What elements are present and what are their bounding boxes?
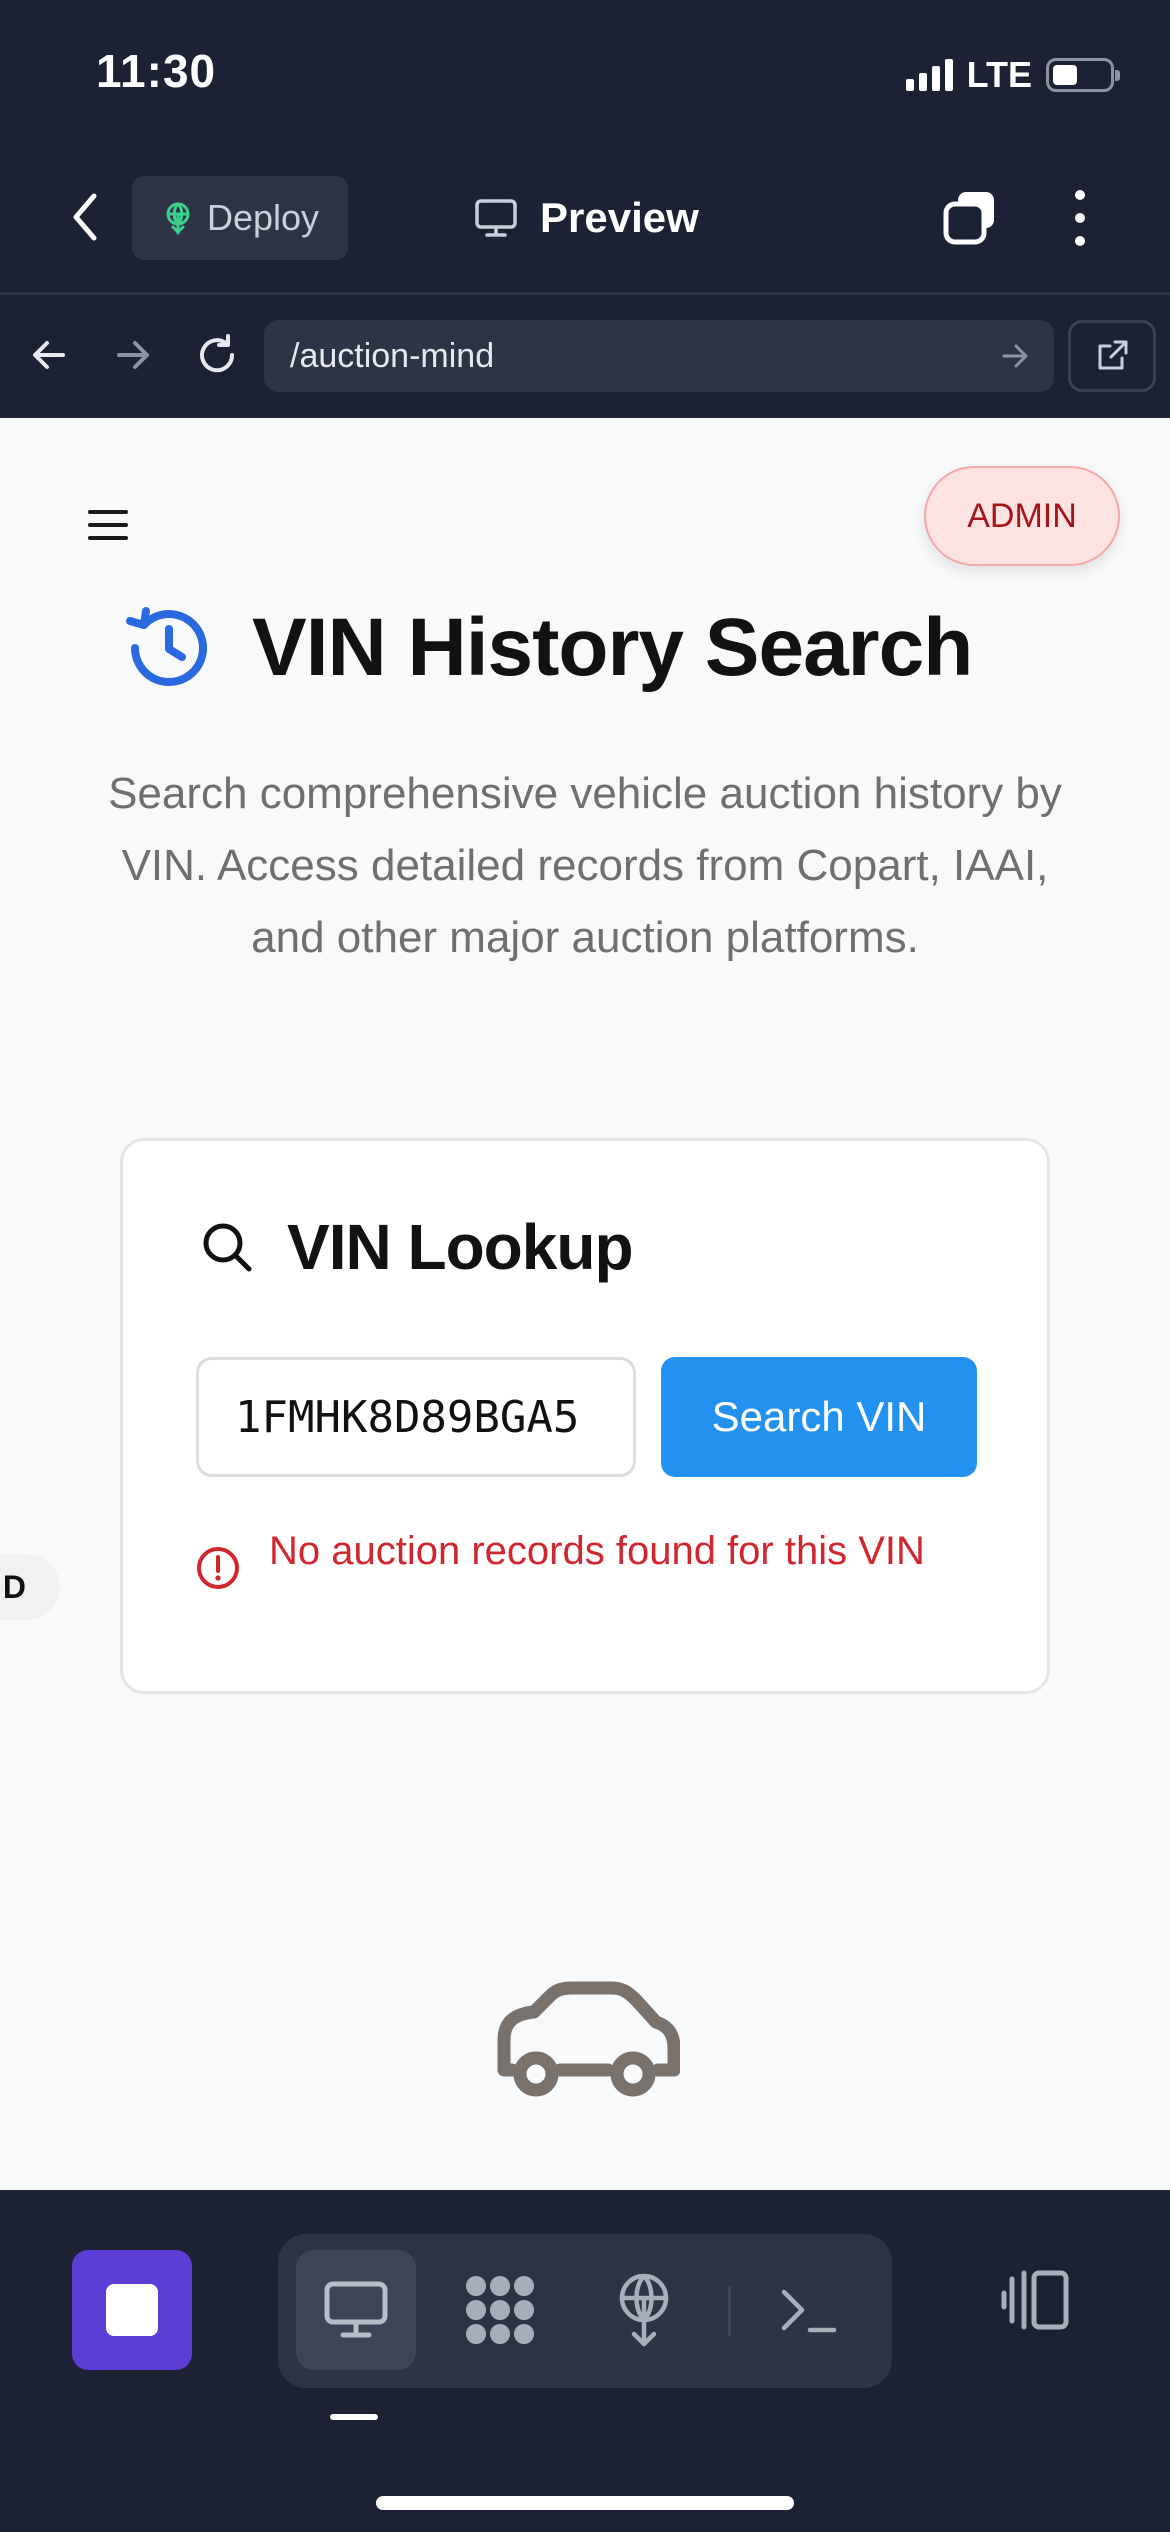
monitor-icon bbox=[324, 2281, 388, 2338]
terminal-icon bbox=[781, 2289, 837, 2333]
preview-tab[interactable]: Preview bbox=[474, 188, 699, 248]
status-time: 11:30 bbox=[96, 45, 217, 97]
signal-icon bbox=[905, 59, 953, 91]
url-text: /auction-mind bbox=[290, 336, 495, 375]
error-text: No auction records found for this VIN bbox=[269, 1529, 925, 1573]
deploy-label: Deploy bbox=[206, 197, 320, 238]
stop-icon bbox=[106, 2284, 158, 2336]
admin-badge[interactable]: ADMIN bbox=[924, 466, 1120, 566]
open-external-button[interactable] bbox=[1068, 320, 1156, 392]
tool-divider bbox=[728, 2286, 731, 2336]
error-message: No auction records found for this VIN bbox=[195, 1521, 955, 1591]
deploy-icon bbox=[166, 202, 190, 235]
deploy-icon bbox=[619, 2273, 669, 2347]
tool-deploy-button[interactable] bbox=[584, 2250, 704, 2370]
tool-terminal-button[interactable] bbox=[748, 2250, 868, 2370]
stop-button[interactable] bbox=[72, 2250, 192, 2370]
panel-toggle-button[interactable] bbox=[994, 2258, 1078, 2342]
arrow-left-icon bbox=[33, 341, 65, 369]
status-indicators: LTE bbox=[905, 52, 1120, 98]
tabs-button[interactable] bbox=[940, 188, 1000, 248]
status-bar: 11:30 LTE bbox=[0, 0, 1170, 150]
page-title: VIN History Search bbox=[252, 602, 973, 693]
search-icon bbox=[203, 1223, 252, 1272]
reload-icon bbox=[200, 334, 235, 373]
network-label: LTE bbox=[966, 54, 1032, 95]
card-title: VIN Lookup bbox=[287, 1211, 634, 1283]
alert-circle-icon bbox=[197, 1547, 239, 1589]
search-vin-button[interactable]: Search VIN bbox=[661, 1357, 977, 1477]
deploy-button[interactable]: Deploy bbox=[132, 176, 348, 260]
bottom-bar bbox=[0, 2190, 1170, 2532]
apps-icon bbox=[466, 2276, 534, 2344]
tool-apps-button[interactable] bbox=[440, 2250, 560, 2370]
url-field[interactable]: /auction-mind bbox=[264, 320, 1054, 392]
car-icon bbox=[497, 1981, 680, 2097]
menu-icon[interactable] bbox=[88, 510, 128, 540]
tool-preview-button[interactable] bbox=[296, 2250, 416, 2370]
browser-back-button[interactable] bbox=[22, 328, 76, 382]
monitor-icon bbox=[475, 199, 517, 237]
tool-group bbox=[278, 2234, 892, 2388]
browser-bar: /auction-mind bbox=[0, 298, 1170, 416]
more-menu-button[interactable] bbox=[1060, 186, 1100, 250]
chevron-left-icon bbox=[73, 193, 97, 241]
reload-button[interactable] bbox=[190, 328, 244, 382]
url-go-icon[interactable] bbox=[998, 338, 1034, 374]
home-indicator bbox=[376, 2496, 794, 2510]
active-tab-indicator bbox=[330, 2414, 378, 2420]
vin-lookup-card: VIN Lookup 1FMHK8D89BGA5 Search VIN No a… bbox=[120, 1138, 1050, 1694]
tabs-icon bbox=[943, 192, 994, 245]
web-content: ADMIN VIN History Search Search comprehe… bbox=[0, 418, 1170, 2190]
page-title-row: VIN History Search bbox=[124, 598, 973, 698]
panel-toggle-icon bbox=[1001, 2270, 1069, 2330]
page-description: Search comprehensive vehicle auction his… bbox=[108, 769, 1062, 962]
battery-icon bbox=[1046, 58, 1120, 92]
card-header: VIN Lookup bbox=[199, 1207, 634, 1287]
preview-label: Preview bbox=[540, 194, 699, 241]
app-toolbar: Deploy Preview bbox=[0, 150, 1170, 295]
external-link-icon bbox=[1098, 340, 1128, 370]
browser-forward-button[interactable] bbox=[106, 328, 160, 382]
back-button[interactable] bbox=[60, 188, 110, 246]
side-chip[interactable]: D bbox=[0, 1554, 60, 1620]
arrow-right-icon bbox=[117, 341, 149, 369]
more-vertical-icon bbox=[1075, 190, 1085, 200]
vin-input[interactable]: 1FMHK8D89BGA5 bbox=[196, 1357, 636, 1477]
history-icon bbox=[126, 607, 207, 687]
